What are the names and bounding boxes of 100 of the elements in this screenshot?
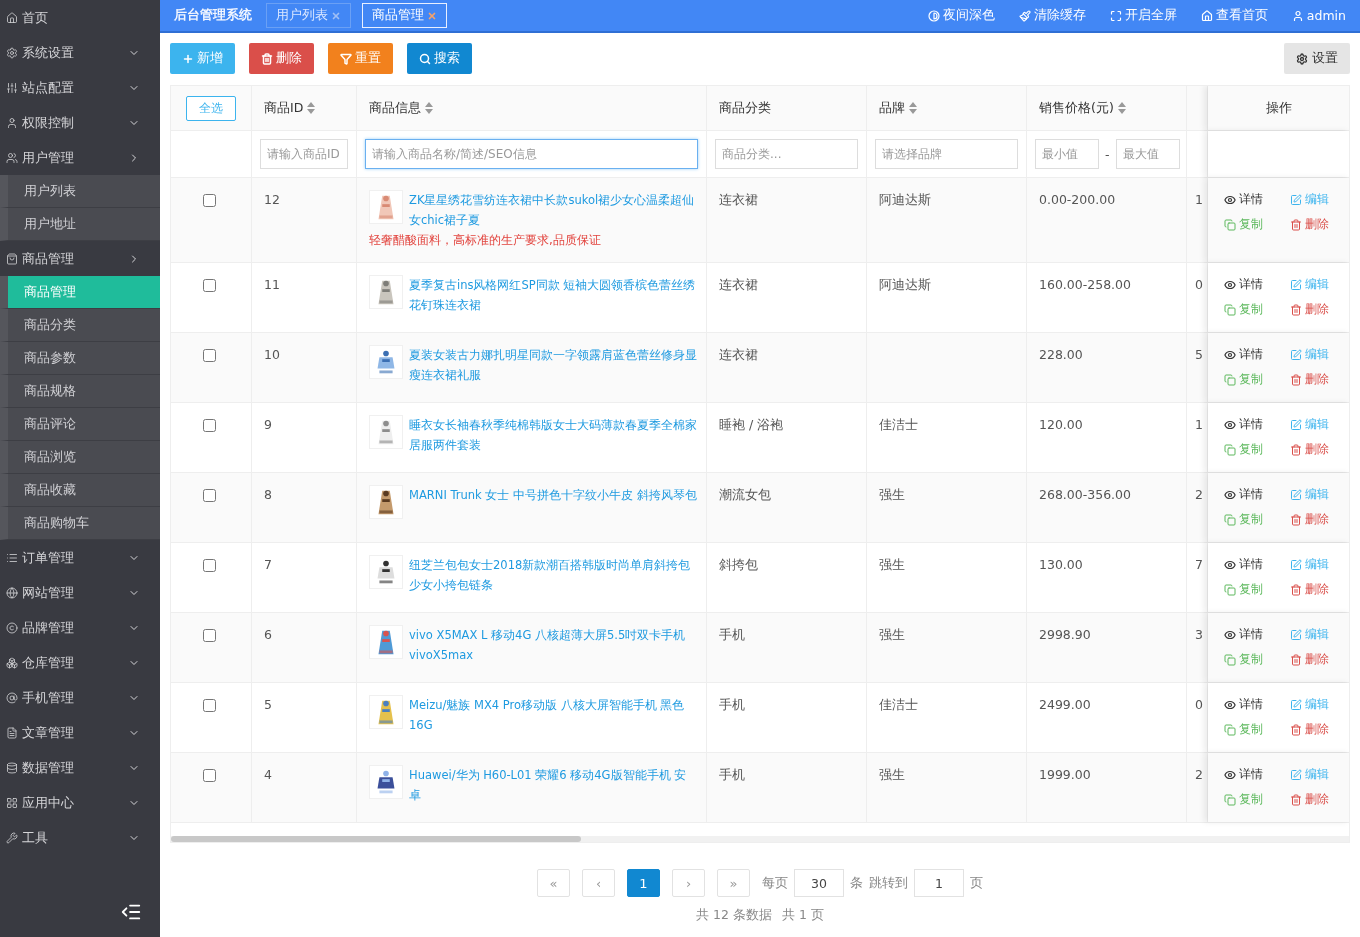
edit-link[interactable]: 编辑 bbox=[1290, 556, 1329, 573]
copy-link[interactable]: 复制 bbox=[1224, 216, 1263, 233]
copy-link[interactable]: 复制 bbox=[1224, 651, 1263, 668]
edit-link[interactable]: 编辑 bbox=[1290, 766, 1329, 783]
details-link[interactable]: 详情 bbox=[1224, 626, 1263, 643]
top-link[interactable]: 查看首页 bbox=[1200, 7, 1268, 24]
edit-link[interactable]: 编辑 bbox=[1290, 626, 1329, 643]
sidebar-item[interactable]: 站点配置 bbox=[0, 70, 160, 105]
edit-link[interactable]: 编辑 bbox=[1290, 696, 1329, 713]
max-field[interactable]: 最大值 bbox=[1115, 139, 1180, 169]
toolbar-button[interactable]: 删除 bbox=[249, 43, 314, 74]
sort-icon[interactable] bbox=[307, 102, 316, 114]
delete-link[interactable]: 删除 bbox=[1290, 511, 1329, 528]
sidebar-item[interactable]: 手机管理 bbox=[0, 680, 160, 715]
copy-link[interactable]: 复制 bbox=[1224, 791, 1263, 808]
details-link[interactable]: 详情 bbox=[1224, 276, 1263, 293]
details-link[interactable]: 详情 bbox=[1224, 191, 1263, 208]
sidebar-item[interactable]: 数据管理 bbox=[0, 750, 160, 785]
submenu-item[interactable]: 商品浏览 bbox=[0, 441, 160, 474]
toolbar-button[interactable]: 新增 bbox=[170, 43, 235, 74]
delete-link[interactable]: 删除 bbox=[1290, 441, 1329, 458]
product-link[interactable]: 夏季复古ins风格网红SP同款 短袖大圆领香槟色蕾丝绣花钉珠连衣裙 bbox=[409, 275, 698, 315]
copy-link[interactable]: 复制 bbox=[1224, 441, 1263, 458]
submenu-item[interactable]: 商品购物车 bbox=[0, 507, 160, 540]
row-checkbox[interactable] bbox=[203, 419, 216, 432]
sort-icon[interactable] bbox=[909, 102, 917, 114]
details-link[interactable]: 详情 bbox=[1224, 766, 1263, 783]
row-checkbox[interactable] bbox=[203, 559, 216, 572]
delete-link[interactable]: 删除 bbox=[1290, 301, 1329, 318]
product-link[interactable]: 纽芝兰包包女士2018新款潮百搭韩版时尚单肩斜挎包少女小挎包链条 bbox=[409, 555, 698, 595]
filter-field[interactable]: 商品分类... bbox=[715, 139, 858, 169]
row-checkbox[interactable] bbox=[203, 349, 216, 362]
last-page-button[interactable]: » bbox=[717, 869, 750, 897]
delete-link[interactable]: 删除 bbox=[1290, 581, 1329, 598]
row-checkbox[interactable] bbox=[203, 489, 216, 502]
copy-link[interactable]: 复制 bbox=[1224, 511, 1263, 528]
submenu-item[interactable]: 商品规格 bbox=[0, 375, 160, 408]
row-checkbox[interactable] bbox=[203, 629, 216, 642]
row-checkbox[interactable] bbox=[203, 699, 216, 712]
filter-field[interactable]: 请选择品牌 bbox=[875, 139, 1018, 169]
sidebar-item[interactable]: 品牌管理 bbox=[0, 610, 160, 645]
details-link[interactable]: 详情 bbox=[1224, 696, 1263, 713]
edit-link[interactable]: 编辑 bbox=[1290, 486, 1329, 503]
row-checkbox[interactable] bbox=[203, 194, 216, 207]
details-link[interactable]: 详情 bbox=[1224, 486, 1263, 503]
copy-link[interactable]: 复制 bbox=[1224, 721, 1263, 738]
submenu-item[interactable]: 商品管理 bbox=[0, 276, 160, 309]
sort-icon[interactable] bbox=[425, 102, 433, 114]
sidebar-item[interactable]: 应用中心 bbox=[0, 785, 160, 820]
scrollbar[interactable] bbox=[171, 836, 1349, 842]
top-link[interactable]: 开启全屏 bbox=[1109, 7, 1177, 24]
delete-link[interactable]: 删除 bbox=[1290, 216, 1329, 233]
per-page-field[interactable]: 30 bbox=[794, 869, 844, 897]
row-checkbox[interactable] bbox=[203, 279, 216, 292]
submenu-item[interactable]: 商品评论 bbox=[0, 408, 160, 441]
sidebar-item[interactable]: 首页 bbox=[0, 0, 160, 35]
top-link[interactable]: 清除缓存 bbox=[1018, 7, 1086, 24]
delete-link[interactable]: 删除 bbox=[1290, 791, 1329, 808]
sort-icon[interactable] bbox=[1117, 102, 1126, 114]
product-link[interactable]: Meizu/魅族 MX4 Pro移动版 八核大屏智能手机 黑色16G bbox=[409, 695, 698, 735]
submenu-item[interactable]: 商品参数 bbox=[0, 342, 160, 375]
prev-page-button[interactable]: ‹ bbox=[582, 869, 615, 897]
page-button[interactable]: 1 bbox=[627, 869, 660, 897]
product-link[interactable]: 睡衣女长袖春秋季纯棉韩版女士大码薄款春夏季全棉家居服两件套装 bbox=[409, 415, 698, 455]
sidebar-item[interactable]: 工具 bbox=[0, 820, 160, 855]
edit-link[interactable]: 编辑 bbox=[1290, 346, 1329, 363]
top-link[interactable]: 夜间深色 bbox=[927, 7, 995, 24]
copy-link[interactable]: 复制 bbox=[1224, 581, 1263, 598]
product-link[interactable]: vivo X5MAX L 移动4G 八核超薄大屏5.5吋双卡手机vivoX5max bbox=[409, 625, 698, 665]
submenu-item[interactable]: 商品分类 bbox=[0, 309, 160, 342]
settings-button[interactable]: 设置 bbox=[1284, 43, 1350, 74]
sidebar-item[interactable]: 用户管理 bbox=[0, 140, 160, 175]
sidebar-item[interactable]: 商品管理 bbox=[0, 241, 160, 276]
row-checkbox[interactable] bbox=[203, 769, 216, 782]
copy-link[interactable]: 复制 bbox=[1224, 301, 1263, 318]
jump-field[interactable]: 1 bbox=[914, 869, 964, 897]
filter-field[interactable]: 请输入商品ID bbox=[260, 139, 348, 169]
min-field[interactable]: 最小值 bbox=[1035, 139, 1099, 169]
copy-link[interactable]: 复制 bbox=[1224, 371, 1263, 388]
sidebar-item[interactable]: 系统设置 bbox=[0, 35, 160, 70]
delete-link[interactable]: 删除 bbox=[1290, 651, 1329, 668]
submenu-item[interactable]: 用户列表 bbox=[0, 175, 160, 208]
product-link[interactable]: Huawei/华为 H60-L01 荣耀6 移动4G版智能手机 安卓 bbox=[409, 765, 698, 805]
top-link[interactable]: admin bbox=[1291, 7, 1346, 24]
sidebar-item[interactable]: 文章管理 bbox=[0, 715, 160, 750]
delete-link[interactable]: 删除 bbox=[1290, 721, 1329, 738]
select-all-button[interactable]: 全选 bbox=[186, 95, 236, 121]
first-page-button[interactable]: « bbox=[537, 869, 570, 897]
edit-link[interactable]: 编辑 bbox=[1290, 416, 1329, 433]
submenu-item[interactable]: 用户地址 bbox=[0, 208, 160, 241]
toolbar-button[interactable]: 搜索 bbox=[407, 43, 472, 74]
tab[interactable]: 商品管理 bbox=[362, 3, 447, 28]
sidebar-item[interactable]: 权限控制 bbox=[0, 105, 160, 140]
submenu-item[interactable]: 商品收藏 bbox=[0, 474, 160, 507]
details-link[interactable]: 详情 bbox=[1224, 556, 1263, 573]
edit-link[interactable]: 编辑 bbox=[1290, 276, 1329, 293]
details-link[interactable]: 详情 bbox=[1224, 346, 1263, 363]
tab[interactable]: 用户列表 bbox=[266, 3, 351, 28]
delete-link[interactable]: 删除 bbox=[1290, 371, 1329, 388]
product-link[interactable]: ZK星星绣花雪纺连衣裙中长款sukol裙少女心温柔超仙女chic裙子夏 bbox=[409, 190, 698, 230]
